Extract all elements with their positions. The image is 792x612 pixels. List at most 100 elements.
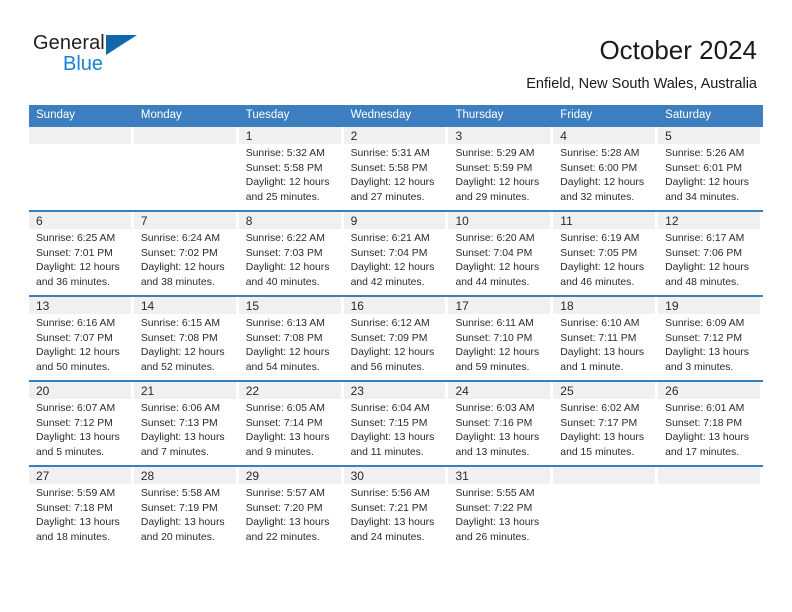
calendar-day-cell[interactable]: 10 Sunrise: 6:20 AM Sunset: 7:04 PM Dayligh… xyxy=(448,212,553,295)
day-details: Sunrise: 6:12 AM Sunset: 7:09 PM Daylight:… xyxy=(344,314,446,375)
daylight-text-line2: and 29 minutes. xyxy=(455,191,530,203)
day-number-band: 23 xyxy=(343,382,446,399)
daylight-text-line1: Daylight: 12 hours xyxy=(455,347,540,359)
sunrise-text: Sunrise: 5:56 AM xyxy=(350,488,430,499)
day-details: Sunrise: 6:16 AM Sunset: 7:07 PM Daylight:… xyxy=(29,314,131,375)
sunrise-text: Sunrise: 5:59 AM xyxy=(36,488,116,499)
calendar-day-cell[interactable]: 24 Sunrise: 6:03 AM Sunset: 7:16 PM Dayligh… xyxy=(448,382,553,465)
calendar-day-cell[interactable]: 3 Sunrise: 5:29 AM Sunset: 5:59 PM Daylight… xyxy=(448,127,553,210)
sunset-text: Sunset: 5:58 PM xyxy=(245,162,323,174)
calendar-day-cell[interactable]: 29 Sunrise: 5:57 AM Sunset: 7:20 PM Dayligh… xyxy=(238,467,344,550)
sunset-text: Sunset: 7:03 PM xyxy=(245,247,323,259)
day-number-band: 7 xyxy=(133,212,236,229)
calendar-day-cell-empty xyxy=(29,127,134,210)
sunset-text: Sunset: 7:18 PM xyxy=(665,417,742,429)
sunrise-text: Sunrise: 5:28 AM xyxy=(560,148,640,159)
daylight-text-line1: Daylight: 12 hours xyxy=(245,347,330,359)
sunset-text: Sunset: 7:08 PM xyxy=(140,332,218,344)
sunrise-text: Sunrise: 6:16 AM xyxy=(36,318,116,329)
calendar-week-row: 20 Sunrise: 6:07 AM Sunset: 7:12 PM Dayligh… xyxy=(29,380,763,465)
sunrise-text: Sunrise: 6:09 AM xyxy=(665,318,745,329)
calendar-day-cell[interactable]: 23 Sunrise: 6:04 AM Sunset: 7:15 PM Dayligh… xyxy=(343,382,449,465)
calendar-day-cell[interactable]: 26 Sunrise: 6:01 AM Sunset: 7:18 PM Dayligh… xyxy=(658,382,763,465)
calendar-day-cell[interactable]: 21 Sunrise: 6:06 AM Sunset: 7:13 PM Dayligh… xyxy=(133,382,239,465)
day-number: 22 xyxy=(245,384,260,398)
calendar-page: General Blue October 2024 Enfield, New S… xyxy=(0,0,792,612)
calendar-day-cell[interactable]: 16 Sunrise: 6:12 AM Sunset: 7:09 PM Dayligh… xyxy=(343,297,449,380)
day-number: 1 xyxy=(245,129,253,143)
sunrise-text: Sunrise: 6:11 AM xyxy=(455,318,534,329)
calendar-day-cell[interactable]: 28 Sunrise: 5:58 AM Sunset: 7:19 PM Dayligh… xyxy=(133,467,239,550)
day-number-band: 20 xyxy=(29,382,131,399)
sunrise-text: Sunrise: 6:17 AM xyxy=(665,233,745,244)
calendar-day-cell[interactable]: 14 Sunrise: 6:15 AM Sunset: 7:08 PM Dayligh… xyxy=(133,297,239,380)
day-details: Sunrise: 6:11 AM Sunset: 7:10 PM Daylight:… xyxy=(448,314,550,375)
daylight-text-line1: Daylight: 13 hours xyxy=(140,517,225,529)
day-number: 7 xyxy=(140,214,148,228)
day-number-band: 21 xyxy=(133,382,236,399)
calendar-day-cell[interactable]: 11 Sunrise: 6:19 AM Sunset: 7:05 PM Dayligh… xyxy=(553,212,658,295)
daylight-text-line1: Daylight: 12 hours xyxy=(140,347,225,359)
calendar-day-cell[interactable]: 13 Sunrise: 6:16 AM Sunset: 7:07 PM Dayligh… xyxy=(29,297,134,380)
sunrise-text: Sunrise: 6:25 AM xyxy=(36,233,116,244)
sunrise-text: Sunrise: 6:05 AM xyxy=(245,403,325,414)
calendar-day-cell[interactable]: 5 Sunrise: 5:26 AM Sunset: 6:01 PM Daylight… xyxy=(658,127,763,210)
calendar-day-cell[interactable]: 19 Sunrise: 6:09 AM Sunset: 7:12 PM Dayligh… xyxy=(658,297,763,380)
calendar-day-cell[interactable]: 9 Sunrise: 6:21 AM Sunset: 7:04 PM Daylight… xyxy=(343,212,449,295)
calendar-day-cell[interactable]: 22 Sunrise: 6:05 AM Sunset: 7:14 PM Dayligh… xyxy=(238,382,344,465)
calendar-day-cell[interactable]: 31 Sunrise: 5:55 AM Sunset: 7:22 PM Dayligh… xyxy=(448,467,553,550)
daylight-text-line2: and 46 minutes. xyxy=(560,276,635,288)
day-number: 4 xyxy=(560,129,567,143)
daylight-text-line2: and 59 minutes. xyxy=(455,361,530,373)
general-blue-logo[interactable]: General Blue xyxy=(33,32,233,78)
day-number: 24 xyxy=(455,384,469,398)
calendar-day-cell[interactable]: 30 Sunrise: 5:56 AM Sunset: 7:21 PM Dayligh… xyxy=(343,467,449,550)
weekday-header-tuesday: Tuesday xyxy=(245,109,290,121)
day-details: Sunrise: 5:58 AM Sunset: 7:19 PM Daylight:… xyxy=(134,484,236,545)
weekday-header-thursday: Thursday xyxy=(455,109,504,121)
daylight-text-line2: and 22 minutes. xyxy=(245,531,320,543)
day-number-band: 22 xyxy=(238,382,341,399)
calendar-day-cell[interactable]: 2 Sunrise: 5:31 AM Sunset: 5:58 PM Daylight… xyxy=(343,127,449,210)
day-details: Sunrise: 6:09 AM Sunset: 7:12 PM Daylight:… xyxy=(658,314,760,375)
day-number-band: 14 xyxy=(133,297,236,314)
day-number: 12 xyxy=(665,214,679,228)
calendar-day-cell[interactable]: 17 Sunrise: 6:11 AM Sunset: 7:10 PM Dayligh… xyxy=(448,297,553,380)
day-number: 20 xyxy=(36,384,50,398)
day-details: Sunrise: 5:57 AM Sunset: 7:20 PM Daylight:… xyxy=(239,484,341,545)
day-number: 16 xyxy=(350,299,364,313)
calendar-week-row: 13 Sunrise: 6:16 AM Sunset: 7:07 PM Dayligh… xyxy=(29,295,763,380)
sunrise-text: Sunrise: 6:07 AM xyxy=(36,403,116,414)
day-number: 26 xyxy=(665,384,679,398)
day-number: 31 xyxy=(455,469,469,483)
daylight-text-line2: and 15 minutes. xyxy=(560,446,635,458)
calendar-day-cell[interactable]: 15 Sunrise: 6:13 AM Sunset: 7:08 PM Dayligh… xyxy=(238,297,344,380)
weekday-header-sunday: Sunday xyxy=(36,109,76,121)
day-number-band: 30 xyxy=(343,467,446,484)
page-subtitle-location: Enfield, New South Wales, Australia xyxy=(526,76,757,92)
sunrise-text: Sunrise: 5:26 AM xyxy=(665,148,745,159)
weekday-header-row: Sunday Monday Tuesday Wednesday Thursday Frid… xyxy=(29,105,763,125)
calendar-day-cell[interactable]: 20 Sunrise: 6:07 AM Sunset: 7:12 PM Dayligh… xyxy=(29,382,134,465)
calendar-day-cell[interactable]: 4 Sunrise: 5:28 AM Sunset: 6:00 PM Daylight… xyxy=(553,127,658,210)
daylight-text-line2: and 52 minutes. xyxy=(140,361,215,373)
daylight-text-line2: and 26 minutes. xyxy=(455,531,530,543)
daylight-text-line1: Daylight: 12 hours xyxy=(36,347,120,359)
calendar-day-cell[interactable]: 18 Sunrise: 6:10 AM Sunset: 7:11 PM Dayligh… xyxy=(553,297,658,380)
day-number: 29 xyxy=(245,469,260,483)
day-number-band xyxy=(658,467,761,484)
calendar-day-cell[interactable]: 8 Sunrise: 6:22 AM Sunset: 7:03 PM Daylight… xyxy=(238,212,344,295)
calendar-day-cell[interactable]: 12 Sunrise: 6:17 AM Sunset: 7:06 PM Dayligh… xyxy=(658,212,763,295)
daylight-text-line1: Daylight: 13 hours xyxy=(560,432,645,444)
daylight-text-line2: and 50 minutes. xyxy=(36,361,110,373)
calendar-day-cell[interactable]: 1 Sunrise: 5:32 AM Sunset: 5:58 PM Daylight… xyxy=(238,127,344,210)
calendar-day-cell[interactable]: 6 Sunrise: 6:25 AM Sunset: 7:01 PM Daylight… xyxy=(29,212,134,295)
calendar-day-cell[interactable]: 27 Sunrise: 5:59 AM Sunset: 7:18 PM Dayligh… xyxy=(29,467,134,550)
calendar-day-cell[interactable]: 25 Sunrise: 6:02 AM Sunset: 7:17 PM Dayligh… xyxy=(553,382,658,465)
calendar-day-cell[interactable]: 7 Sunrise: 6:24 AM Sunset: 7:02 PM Daylight… xyxy=(133,212,239,295)
daylight-text-line1: Daylight: 13 hours xyxy=(245,432,330,444)
daylight-text-line2: and 13 minutes. xyxy=(455,446,530,458)
calendar-week-row: 6 Sunrise: 6:25 AM Sunset: 7:01 PM Daylight… xyxy=(29,210,763,295)
calendar-week-row: 27 Sunrise: 5:59 AM Sunset: 7:18 PM Dayligh… xyxy=(29,465,763,550)
sunset-text: Sunset: 7:09 PM xyxy=(350,332,428,344)
